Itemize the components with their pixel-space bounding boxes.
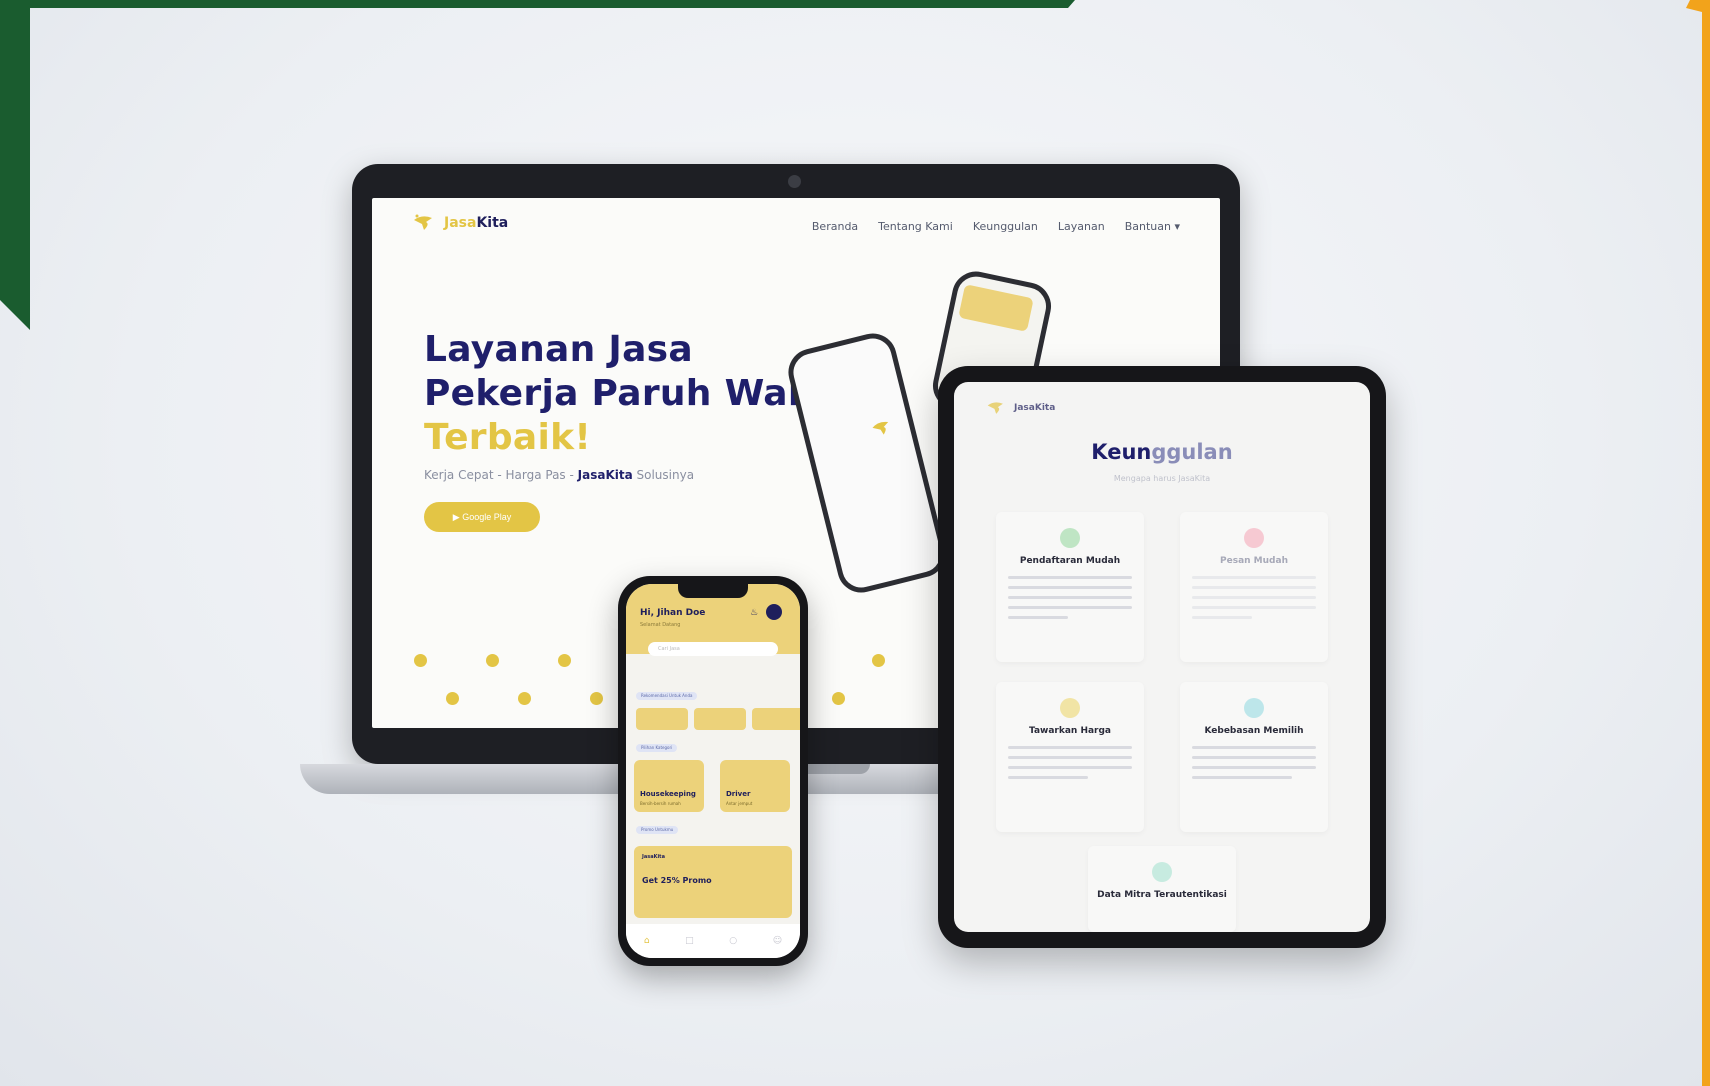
- phone-notch: [678, 584, 748, 598]
- notification-bell-icon[interactable]: ♨: [750, 608, 758, 618]
- nav-item-layanan[interactable]: Layanan: [1058, 220, 1105, 233]
- heading-part-1: Keun: [1091, 440, 1152, 464]
- promo-brand: JasaKita: [642, 854, 665, 860]
- home-icon[interactable]: ⌂: [644, 936, 650, 946]
- tablet-logo-text: JasaKita: [1014, 403, 1056, 413]
- decor-dot: [446, 692, 459, 705]
- orange-corner-decoration: [1686, 0, 1710, 1086]
- chat-icon[interactable]: ○: [729, 936, 737, 946]
- heading-part-2: ggulan: [1151, 440, 1233, 464]
- section-label: Pilihan Kategori: [636, 744, 678, 752]
- tagline-suffix: Solusinya: [632, 468, 695, 482]
- promo-title: Get 25% Promo: [642, 876, 712, 885]
- promo-banner[interactable]: JasaKita Get 25% Promo: [634, 846, 792, 918]
- section-label: Promo Untukmu: [636, 826, 679, 834]
- price-tag-icon: [1060, 698, 1080, 718]
- shield-icon: [1152, 862, 1172, 882]
- tile-subtitle: Antar jemput: [726, 801, 753, 806]
- tablet-logo[interactable]: JasaKita: [986, 400, 1055, 416]
- decor-dot: [558, 654, 571, 667]
- decor-dot: [414, 654, 427, 667]
- hero-tagline: Kerja Cepat - Harga Pas - JasaKita Solus…: [424, 468, 694, 482]
- feature-title: Data Mitra Terautentikasi: [1097, 890, 1227, 900]
- tile-title: Driver: [726, 790, 751, 798]
- feature-title: Pesan Mudah: [1220, 556, 1288, 566]
- feature-card: Kebebasan Memilih: [1180, 682, 1328, 832]
- floating-phone-front: [783, 328, 951, 598]
- decor-dot: [486, 654, 499, 667]
- feature-card: Pendaftaran Mudah: [996, 512, 1144, 662]
- hero-line-3: Terbaik!: [424, 417, 592, 458]
- nav-item-keunggulan[interactable]: Keunggulan: [973, 220, 1038, 233]
- tablet-mockup: JasaKita Keunggulan Mengapa harus JasaKi…: [938, 366, 1386, 948]
- tile-title: Housekeeping: [640, 790, 696, 798]
- keunggulan-heading: Keunggulan: [954, 440, 1370, 464]
- category-tile-housekeeping[interactable]: Housekeeping Bersih-bersih rumah: [634, 760, 704, 812]
- nav-item-tentang-kami[interactable]: Tentang Kami: [878, 220, 953, 233]
- phone-mockup: Hi, Jihan Doe Selamat Datang ♨ Cari Jasa…: [618, 576, 808, 966]
- cart-icon: [1244, 528, 1264, 548]
- feature-card: Data Mitra Terautentikasi: [1088, 846, 1236, 932]
- logo-mark-icon: [414, 214, 432, 230]
- section-label: Rekomendasi Untuk Anda: [636, 692, 698, 700]
- laptop-camera: [788, 175, 801, 188]
- recommendation-card[interactable]: [694, 708, 746, 730]
- logo-mark-icon: [987, 402, 1003, 414]
- tagline-brand: JasaKita: [577, 468, 633, 482]
- nav-item-beranda[interactable]: Beranda: [812, 220, 858, 233]
- feature-card: Tawarkan Harga: [996, 682, 1144, 832]
- logo-mark-icon: [872, 421, 889, 435]
- search-input[interactable]: Cari Jasa: [648, 642, 778, 656]
- site-navbar: JasaKita Beranda Tentang Kami Keunggulan…: [372, 198, 1220, 258]
- tagline-prefix: Kerja Cepat - Harga Pas -: [424, 468, 578, 482]
- decor-dot: [590, 692, 603, 705]
- tile-subtitle: Bersih-bersih rumah: [640, 801, 681, 806]
- checklist-icon: [1060, 528, 1080, 548]
- feature-title: Pendaftaran Mudah: [1019, 556, 1121, 566]
- feature-title: Tawarkan Harga: [1028, 726, 1112, 736]
- category-tile-driver[interactable]: Driver Antar jemput: [720, 760, 790, 812]
- decor-dot: [518, 692, 531, 705]
- profile-icon[interactable]: ☺: [773, 936, 782, 946]
- logo-text: JasaKita: [444, 215, 509, 231]
- hero-title: Layanan Jasa Pekerja Paruh Waktu Terbaik…: [424, 328, 856, 460]
- decor-dot: [832, 692, 845, 705]
- product-mockup-scene: JasaKita Beranda Tentang Kami Keunggulan…: [0, 0, 1710, 1086]
- avatar[interactable]: [766, 604, 782, 620]
- orders-icon[interactable]: □: [685, 936, 694, 946]
- keunggulan-subtitle: Mengapa harus JasaKita: [1113, 474, 1211, 483]
- tablet-screen: JasaKita Keunggulan Mengapa harus JasaKi…: [954, 382, 1370, 932]
- google-play-button[interactable]: ▶ Google Play: [424, 502, 540, 532]
- nav-item-bantuan[interactable]: Bantuan ▾: [1125, 220, 1180, 233]
- globe-icon: [1244, 698, 1264, 718]
- decor-dot: [872, 654, 885, 667]
- site-logo[interactable]: JasaKita: [412, 214, 508, 232]
- feature-card: Pesan Mudah: [1180, 512, 1328, 662]
- recommendation-card[interactable]: [752, 708, 800, 730]
- site-nav-links: Beranda Tentang Kami Keunggulan Layanan …: [812, 220, 1180, 233]
- phone-screen: Hi, Jihan Doe Selamat Datang ♨ Cari Jasa…: [626, 584, 800, 958]
- feature-title: Kebebasan Memilih: [1204, 726, 1304, 736]
- recommendation-card[interactable]: [636, 708, 688, 730]
- greeting-text: Hi, Jihan Doe: [640, 608, 706, 618]
- bottom-tab-bar: ⌂ □ ○ ☺: [626, 924, 800, 958]
- greeting-subtext: Selamat Datang: [640, 622, 681, 628]
